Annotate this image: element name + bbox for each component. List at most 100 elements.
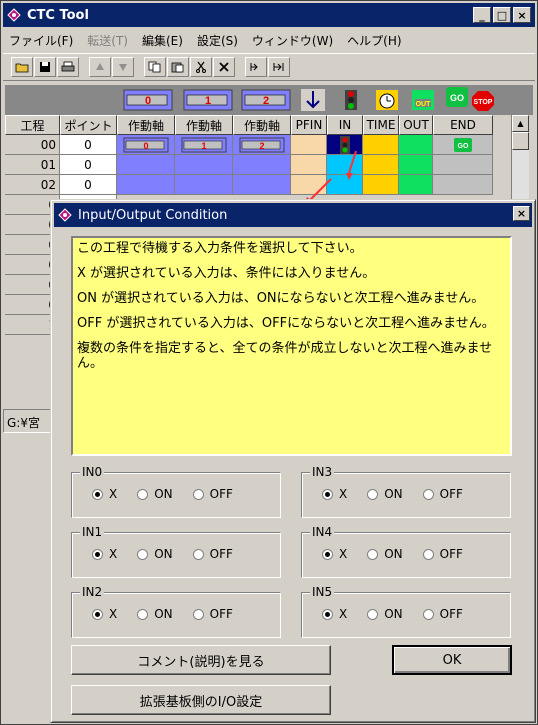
axis-0-button[interactable]: 0 bbox=[123, 89, 173, 111]
axis-2-cell[interactable] bbox=[233, 175, 291, 195]
menu-settings[interactable]: 設定(S) bbox=[197, 32, 238, 49]
header-pfin[interactable]: PFIN bbox=[291, 115, 327, 135]
header-time[interactable]: TIME bbox=[363, 115, 399, 135]
in4-x-radio[interactable]: X bbox=[322, 547, 347, 561]
header-step[interactable]: 工程 bbox=[5, 115, 60, 135]
app-icon bbox=[58, 208, 72, 222]
axis-2-cell[interactable]: 2 bbox=[233, 135, 291, 155]
in5-x-radio[interactable]: X bbox=[322, 607, 347, 621]
step-cell[interactable]: 00 bbox=[5, 135, 60, 155]
paste-icon[interactable] bbox=[167, 57, 189, 77]
action-bar: 0 1 2 OUT GO STOP bbox=[5, 85, 533, 115]
go-icon[interactable]: GO bbox=[445, 86, 469, 108]
axis-1-button[interactable]: 1 bbox=[183, 89, 233, 111]
main-title: CTC Tool bbox=[27, 7, 89, 23]
in1-on-radio[interactable]: ON bbox=[137, 547, 173, 561]
in4-on-radio[interactable]: ON bbox=[367, 547, 403, 561]
view-comment-button[interactable]: コメント(説明)を見る bbox=[71, 645, 331, 675]
in0-off-radio[interactable]: OFF bbox=[192, 487, 233, 501]
in0-x-radio[interactable]: X bbox=[92, 487, 117, 501]
save-icon[interactable] bbox=[34, 57, 56, 77]
header-axis-0[interactable]: 作動軸 bbox=[117, 115, 175, 135]
output-icon[interactable]: OUT bbox=[411, 89, 435, 111]
end-cell[interactable] bbox=[433, 175, 493, 195]
axis-2-cell[interactable] bbox=[233, 155, 291, 175]
extension-io-setting-button[interactable]: 拡張基板側のI/O設定 bbox=[71, 685, 331, 715]
group-label: IN0 bbox=[80, 465, 105, 479]
out-cell[interactable] bbox=[399, 175, 433, 195]
info-line: X が選択されている入力は、条件には入りません。 bbox=[77, 266, 376, 281]
header-axis-1[interactable]: 作動軸 bbox=[175, 115, 233, 135]
timer-icon[interactable] bbox=[375, 89, 399, 111]
header-point[interactable]: ポイント bbox=[60, 115, 117, 135]
input-signal-icon[interactable] bbox=[339, 89, 363, 111]
axis-1-cell[interactable] bbox=[175, 155, 233, 175]
go-icon: GO bbox=[453, 137, 472, 152]
in5-on-radio[interactable]: ON bbox=[367, 607, 403, 621]
out-cell[interactable] bbox=[399, 155, 433, 175]
step-cell[interactable]: 01 bbox=[5, 155, 60, 175]
cut-icon[interactable] bbox=[190, 57, 212, 77]
menu-window[interactable]: ウィンドウ(W) bbox=[252, 32, 333, 49]
delete-icon[interactable] bbox=[213, 57, 235, 77]
end-cell[interactable] bbox=[433, 155, 493, 175]
copy-icon[interactable] bbox=[144, 57, 166, 77]
menu-transfer[interactable]: 転送(T) bbox=[87, 32, 128, 49]
time-cell[interactable] bbox=[363, 135, 399, 155]
time-cell[interactable] bbox=[363, 155, 399, 175]
in2-x-radio[interactable]: X bbox=[92, 607, 117, 621]
pfin-icon[interactable] bbox=[301, 89, 325, 111]
stop-icon[interactable]: STOP bbox=[471, 90, 495, 112]
in3-on-radio[interactable]: ON bbox=[367, 487, 403, 501]
scroll-thumb[interactable] bbox=[512, 132, 529, 150]
in3-off-radio[interactable]: OFF bbox=[422, 487, 463, 501]
move-up-icon[interactable] bbox=[89, 57, 111, 77]
in2-on-radio[interactable]: ON bbox=[137, 607, 173, 621]
in1-x-radio[interactable]: X bbox=[92, 547, 117, 561]
in2-off-radio[interactable]: OFF bbox=[192, 607, 233, 621]
ok-button[interactable]: OK bbox=[392, 645, 512, 675]
group-label: IN3 bbox=[310, 465, 335, 479]
header-in[interactable]: IN bbox=[327, 115, 363, 135]
menubar: ファイル(F) 転送(T) 編集(E) 設定(S) ウィンドウ(W) ヘルプ(H… bbox=[3, 29, 535, 51]
move-down-icon[interactable] bbox=[112, 57, 134, 77]
open-folder-icon[interactable] bbox=[11, 57, 33, 77]
axis-0-cell[interactable]: 0 bbox=[117, 135, 175, 155]
axis-0-cell[interactable] bbox=[117, 155, 175, 175]
axis-1-cell[interactable] bbox=[175, 175, 233, 195]
insert-row-icon[interactable] bbox=[245, 57, 267, 77]
header-axis-2[interactable]: 作動軸 bbox=[233, 115, 291, 135]
maximize-button[interactable]: □ bbox=[493, 7, 511, 23]
header-end[interactable]: END bbox=[433, 115, 493, 135]
close-button[interactable]: × bbox=[513, 7, 531, 23]
go-icon-label: GO bbox=[450, 93, 464, 103]
point-cell[interactable]: 0 bbox=[60, 135, 117, 155]
axis-2-button[interactable]: 2 bbox=[241, 89, 291, 111]
time-cell[interactable] bbox=[363, 175, 399, 195]
in5-off-radio[interactable]: OFF bbox=[422, 607, 463, 621]
in3-x-radio[interactable]: X bbox=[322, 487, 347, 501]
dialog-titlebar: Input/Output Condition bbox=[54, 203, 532, 227]
step-cell[interactable]: 02 bbox=[5, 175, 60, 195]
axis-1-cell[interactable]: 1 bbox=[175, 135, 233, 155]
axis-0-cell[interactable] bbox=[117, 175, 175, 195]
in4-off-radio[interactable]: OFF bbox=[422, 547, 463, 561]
end-cell[interactable]: GO bbox=[433, 135, 493, 155]
main-titlebar: CTC Tool _ □ × bbox=[3, 3, 535, 27]
in0-on-radio[interactable]: ON bbox=[137, 487, 173, 501]
scroll-up-icon[interactable]: ▲ bbox=[512, 115, 529, 132]
append-row-icon[interactable] bbox=[268, 57, 290, 77]
minimize-button[interactable]: _ bbox=[473, 7, 491, 23]
out-cell[interactable] bbox=[399, 135, 433, 155]
point-cell[interactable]: 0 bbox=[60, 155, 117, 175]
dialog-close-button[interactable]: × bbox=[513, 206, 530, 221]
print-icon[interactable] bbox=[57, 57, 79, 77]
menu-help[interactable]: ヘルプ(H) bbox=[347, 32, 401, 49]
menu-file[interactable]: ファイル(F) bbox=[9, 32, 73, 49]
point-cell[interactable]: 0 bbox=[60, 175, 117, 195]
menu-edit[interactable]: 編集(E) bbox=[142, 32, 183, 49]
in1-off-radio[interactable]: OFF bbox=[192, 547, 233, 561]
output-icon-label: OUT bbox=[416, 101, 432, 108]
in0-group: IN0 X ON OFF bbox=[71, 465, 281, 518]
header-out[interactable]: OUT bbox=[399, 115, 433, 135]
